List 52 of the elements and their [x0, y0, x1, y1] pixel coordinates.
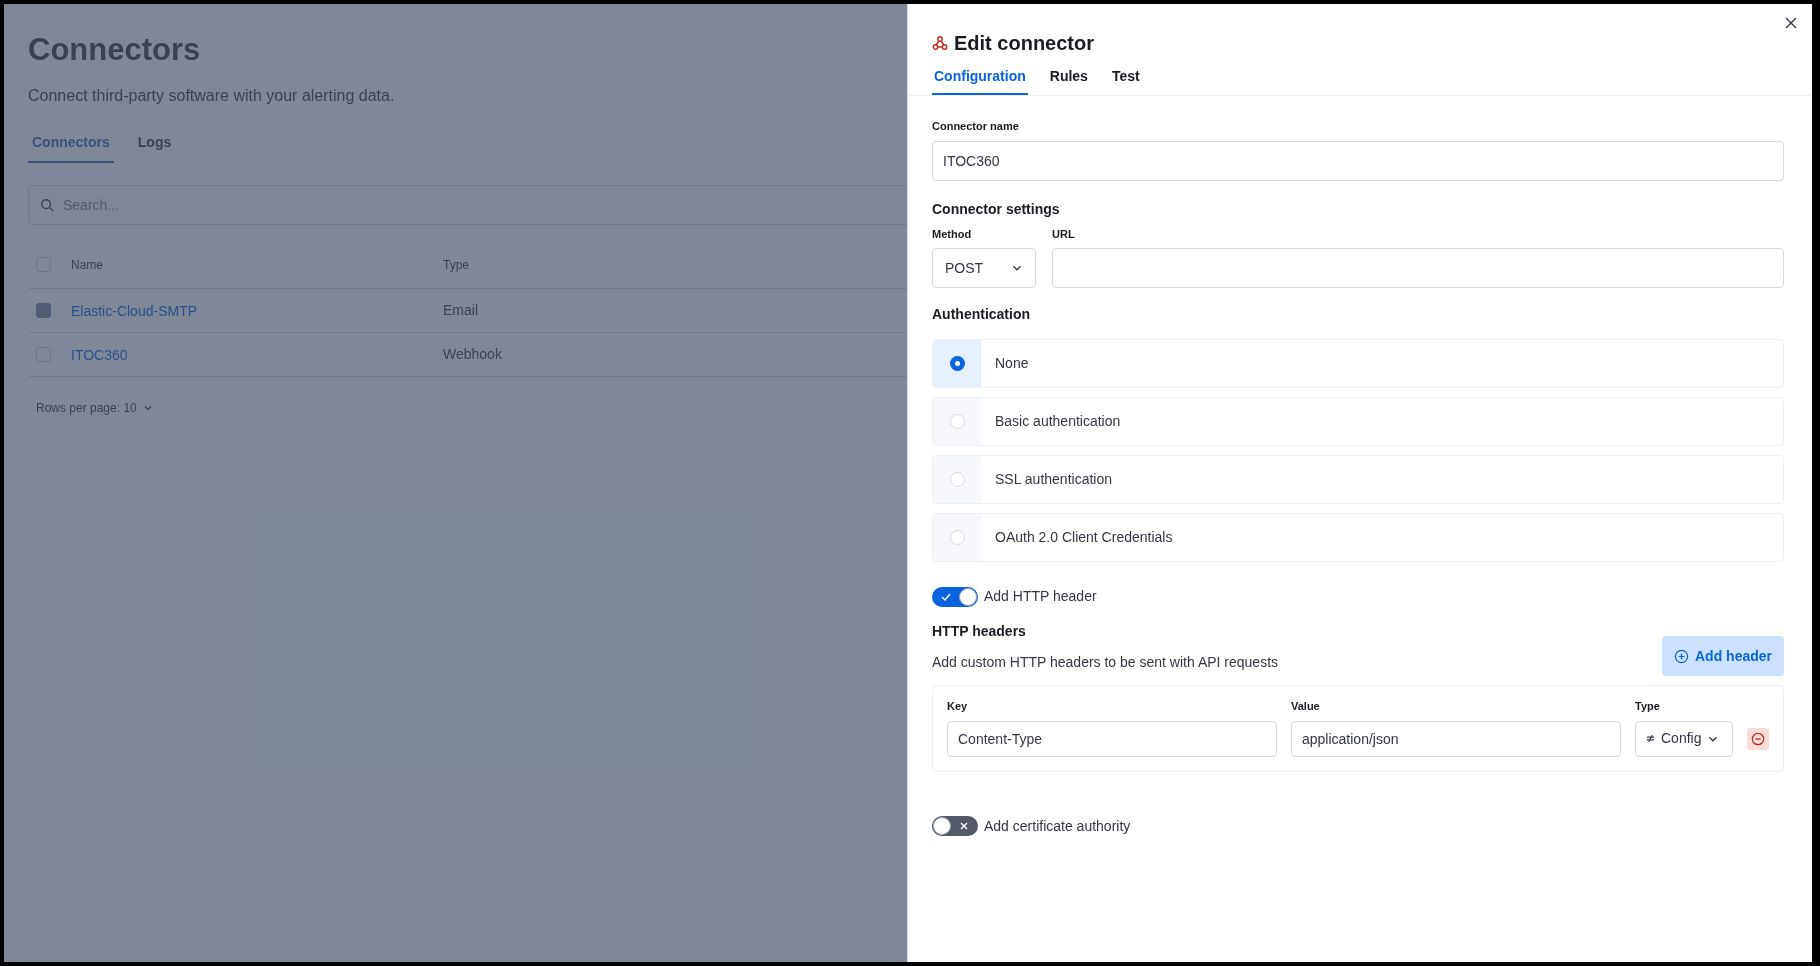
- option-label: None: [995, 354, 1029, 373]
- field-label: Connector name: [932, 119, 1019, 134]
- connector-name-field[interactable]: ITOC360: [932, 140, 1784, 181]
- search-icon: [40, 198, 54, 212]
- auth-option[interactable]: SSL authentication: [932, 455, 1784, 504]
- section-heading: Authentication: [932, 305, 1030, 324]
- remove-button[interactable]: [1747, 727, 1769, 750]
- not-equal-icon: [1646, 734, 1655, 743]
- radio-button[interactable]: [949, 356, 965, 371]
- header-key-field[interactable]: Content-Type: [947, 720, 1277, 757]
- field-label: URL: [1052, 226, 1075, 242]
- toggle-label: Add certificate authority: [984, 816, 1131, 836]
- table-cell-text: Email: [443, 301, 478, 320]
- type-select[interactable]: Config: [1635, 720, 1733, 757]
- option-label: Basic authentication: [995, 412, 1121, 431]
- column-header: Name: [71, 256, 104, 274]
- page-subtitle: Connect third-party software with your alerting data.: [28, 86, 395, 106]
- field-label: Type: [1635, 699, 1660, 714]
- radio-button[interactable]: [949, 530, 965, 545]
- tab[interactable]: Configuration: [932, 66, 1028, 95]
- header-value-field[interactable]: application/json: [1291, 720, 1621, 757]
- table-cell-text: Webhook: [443, 345, 502, 364]
- section-heading: HTTP headers: [932, 622, 1026, 641]
- field-label: Key: [947, 699, 968, 714]
- url-field[interactable]: [1052, 248, 1784, 288]
- method-select[interactable]: POST: [932, 248, 1036, 288]
- close-icon[interactable]: [1784, 16, 1798, 30]
- toggle-switch[interactable]: [932, 816, 978, 836]
- chevron-down-icon: [142, 403, 153, 413]
- page-title: Connectors: [28, 31, 201, 69]
- panel-title: Edit connector: [954, 31, 1094, 56]
- tab[interactable]: Rules: [1047, 66, 1090, 95]
- option-label: SSL authentication: [995, 470, 1112, 489]
- cross-icon: [958, 820, 970, 832]
- radio-button[interactable]: [949, 472, 965, 487]
- tab[interactable]: Test: [1109, 66, 1142, 95]
- add-header-button[interactable]: Add header: [1662, 636, 1784, 676]
- toggle-label: Add HTTP header: [984, 587, 1097, 606]
- auth-option[interactable]: None: [932, 339, 1784, 388]
- auth-option[interactable]: OAuth 2.0 Client Credentials: [932, 513, 1784, 562]
- option-label: OAuth 2.0 Client Credentials: [995, 528, 1173, 547]
- plus-circle-icon: [1674, 648, 1689, 664]
- section-heading: Connector settings: [932, 199, 1060, 219]
- column-header: Type: [443, 256, 469, 274]
- field-label: Value: [1291, 699, 1320, 714]
- section-description: Add custom HTTP headers to be sent with API requests: [932, 652, 1279, 672]
- webhook-icon: [932, 35, 948, 51]
- toggle-switch[interactable]: [932, 586, 978, 607]
- minus-circle-icon: [1751, 731, 1765, 746]
- auth-option[interactable]: Basic authentication: [932, 397, 1784, 446]
- field-label: Method: [932, 226, 972, 242]
- radio-button[interactable]: [949, 414, 965, 429]
